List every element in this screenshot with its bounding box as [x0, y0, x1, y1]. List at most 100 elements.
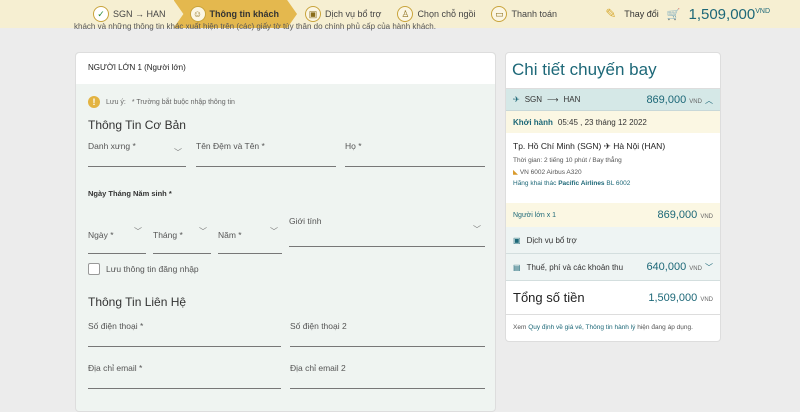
route-price: 869,000 VND ︿ [646, 94, 713, 106]
day-select[interactable]: Ngày * ﹀ [88, 227, 146, 254]
taxes-label: Thuế, phí và các khoản thu [526, 262, 624, 272]
adult-price: 869,000 [657, 209, 698, 221]
note-label: Lưu ý: [106, 98, 126, 106]
luggage-icon: ▣ [305, 6, 322, 22]
taxes-row[interactable]: ▤ Thuế, phí và các khoản thu 640,000 VND ﹀ [506, 254, 720, 281]
field-label: Danh xưng * [88, 141, 136, 151]
field-label: Giới tính [289, 216, 322, 226]
title-select[interactable]: Danh xưng * ﹀ [88, 141, 186, 167]
seat-icon: ♙ [397, 6, 414, 22]
check-icon: ✓ [93, 6, 109, 22]
total-amount: 1,509,000 [688, 5, 756, 23]
intro-text: khách và những thông tin khác xuất hiện … [74, 22, 436, 31]
email-input[interactable]: Địa chỉ email * [88, 363, 281, 389]
total-price: 1,509,000 [648, 291, 698, 304]
card-icon: ▭ [491, 6, 508, 22]
services-row[interactable]: ▣ Dịch vụ bổ trợ [506, 227, 720, 254]
arrow-icon: ⟶ [547, 95, 559, 104]
flight-summary-row[interactable]: ✈ SGN ⟶ HAN 869,000 VND ︿ [506, 89, 720, 111]
field-label: Ngày * [88, 230, 114, 240]
currency: VND [689, 266, 702, 272]
price: 869,000 [646, 93, 687, 106]
depart-time: 05:45 , 23 tháng 12 2022 [557, 117, 647, 127]
phone2-input[interactable]: Số điện thoại 2 [290, 321, 485, 347]
currency: VND [700, 296, 713, 303]
field-label: Tên Đệm và Tên * [196, 141, 265, 151]
airline-logo-icon: ◣ [513, 169, 518, 176]
field-label: Số điện thoại * [88, 321, 144, 331]
chevron-down-icon: ﹀ [473, 225, 481, 234]
basic-info-heading: Thông Tin Cơ Bản [88, 118, 186, 132]
total-row: Tổng số tiền 1,509,000 VND [506, 281, 720, 315]
change-button[interactable]: Thay đổi [624, 9, 659, 19]
departure-row: Khởi hành 05:45 , 23 tháng 12 2022 [506, 111, 720, 133]
flight-details-panel: Chi tiết chuyến bay ✈ SGN ⟶ HAN 869,000 VND… [505, 52, 721, 342]
adult-fare-row: Người lớn x 1 869,000 VND [506, 203, 720, 227]
contact-heading: Thông Tin Liên Hệ [88, 295, 187, 309]
checkbox[interactable] [88, 263, 100, 275]
panel-footer: Xem Quy định về giá vé, Thông tin hành l… [506, 315, 720, 340]
year-select[interactable]: Năm * ﹀ [218, 227, 282, 254]
chevron-up-icon: ︿ [705, 95, 713, 105]
footer-text: hiện đang áp dụng. [637, 324, 693, 331]
field-label: Năm * [218, 230, 242, 240]
gender-select[interactable]: Giới tính ﹀ [289, 216, 485, 247]
to-city: Hà Nội (HAN) [613, 141, 666, 151]
operator: Pacific Airlines [558, 180, 605, 187]
step-label: Thanh toán [511, 9, 558, 19]
edit-icon[interactable]: ✎ [605, 6, 616, 22]
field-label: Số điện thoại 2 [290, 321, 347, 331]
step-label: Dịch vụ bổ trợ [325, 9, 382, 19]
warning-icon: ! [88, 96, 100, 108]
field-label: Họ * [345, 141, 362, 151]
phone-input[interactable]: Số điện thoại * [88, 321, 281, 347]
footer-text: Xem [513, 324, 527, 331]
cart-icon[interactable]: 🛒 [667, 8, 681, 21]
step-label: Chọn chỗ ngồi [417, 9, 476, 19]
route-to: HAN [563, 95, 581, 104]
step-label: SGN → HAN [113, 9, 166, 19]
currency: VND [755, 7, 770, 15]
flight-info: Tp. Hồ Chí Minh (SGN) ✈ Hà Nội (HAN) Thờ… [506, 133, 720, 203]
note-text: * Trường bắt buộc nhập thông tin [131, 98, 235, 106]
field-label: Tháng * [153, 230, 183, 240]
field-label: Địa chỉ email * [88, 363, 143, 373]
plane-icon: ✈ [513, 95, 520, 104]
duration: Thời gian: 2 tiếng 10 phút / Bay thẳng [513, 157, 622, 164]
passenger-tab[interactable]: NGƯỜI LỚN 1 (Người lớn) [76, 53, 495, 84]
depart-label: Khởi hành [513, 117, 553, 127]
passenger-form: NGƯỜI LỚN 1 (Người lớn) ! Lưu ý: * Trường … [75, 52, 496, 412]
chevron-down-icon: ﹀ [134, 227, 142, 236]
luggage-icon: ▣ [513, 235, 521, 245]
plane-icon: ✈ [603, 141, 611, 151]
flight-number: VN 6002 Airbus A320 [519, 169, 582, 176]
route-from: SGN [524, 95, 543, 104]
operator-label: Hãng khai thác [513, 180, 557, 187]
passenger-icon: ☺ [189, 6, 206, 22]
chevron-down-icon: ﹀ [705, 263, 713, 272]
taxes-price: 640,000 [646, 261, 687, 273]
document-icon: ▤ [513, 262, 521, 272]
given-name-input[interactable]: Tên Đệm và Tên * [196, 141, 336, 167]
chevron-down-icon: ﹀ [174, 148, 182, 157]
month-select[interactable]: Tháng * ﹀ [153, 227, 211, 254]
panel-title: Chi tiết chuyến bay [506, 53, 720, 89]
save-info-checkbox[interactable]: Lưu thông tin đăng nhập [88, 263, 199, 275]
adult-label: Người lớn x 1 [513, 211, 557, 219]
from-city: Tp. Hồ Chí Minh (SGN) [513, 141, 602, 151]
currency: VND [689, 98, 702, 105]
currency: VND [700, 214, 713, 220]
header-total: 1,509,000VND [688, 6, 770, 23]
services-label: Dịch vụ bổ trợ [526, 235, 577, 245]
operator-code: BL 6002 [606, 180, 631, 187]
step-payment[interactable]: ▭ Thanh toán [483, 0, 565, 28]
chevron-down-icon: ﹀ [199, 227, 207, 236]
surname-input[interactable]: Họ * [345, 141, 485, 167]
dob-label: Ngày Tháng Năm sinh * [88, 189, 172, 198]
email2-input[interactable]: Địa chỉ email 2 [290, 363, 485, 389]
chevron-down-icon: ﹀ [270, 227, 278, 236]
baggage-info-link[interactable]: Thông tin hành lý [586, 324, 636, 331]
step-label: Thông tin khách [209, 9, 280, 19]
required-note: ! Lưu ý: * Trường bắt buộc nhập thông tin [88, 96, 235, 108]
fare-rules-link[interactable]: Quy định về giá vé, [528, 324, 584, 331]
